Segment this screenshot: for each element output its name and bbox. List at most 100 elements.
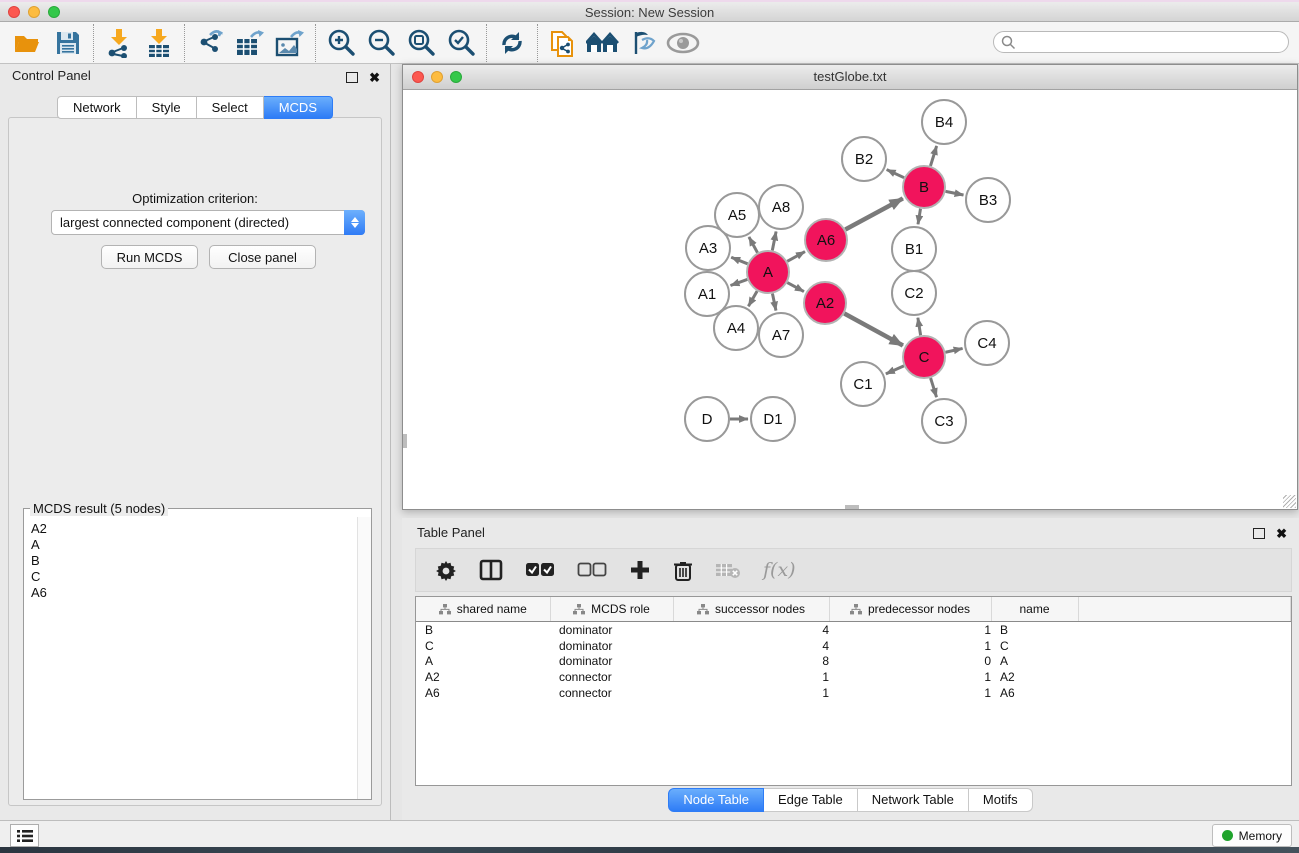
float-panel-icon[interactable] <box>346 72 358 83</box>
graph-node-A1[interactable]: A1 <box>685 272 729 316</box>
select-all-icon[interactable] <box>525 562 555 578</box>
column-settings-gear-icon[interactable] <box>435 559 457 581</box>
table-row[interactable]: Cdominator41C <box>416 638 1291 654</box>
tab-edge-table[interactable]: Edge Table <box>764 788 858 812</box>
graph-node-A2[interactable]: A2 <box>804 282 846 324</box>
network-graph[interactable]: AA1A2A3A4A5A6A7A8BB1B2B3B4CC1C2C3C4DD1 <box>403 90 1297 509</box>
graph-edge-A6-B[interactable] <box>845 198 903 229</box>
criterion-select[interactable]: largest connected component (directed) <box>51 210 365 235</box>
result-item[interactable]: A <box>31 537 357 553</box>
close-panel-icon[interactable]: ✖ <box>369 70 380 86</box>
zoom-out-icon[interactable] <box>361 24 401 62</box>
table-row[interactable]: A6connector11A6 <box>416 685 1291 701</box>
graph-edge-A2-C[interactable] <box>844 314 903 346</box>
graph-edge-A-A8[interactable] <box>772 232 776 251</box>
graph-edge-B-B3[interactable] <box>946 191 964 195</box>
run-mcds-button[interactable]: Run MCDS <box>101 245 198 269</box>
function-builder-icon[interactable]: f(x) <box>763 559 796 581</box>
graph-node-C1[interactable]: C1 <box>841 362 885 406</box>
delete-table-icon[interactable] <box>715 561 741 579</box>
import-network-icon[interactable] <box>99 24 139 62</box>
graph-node-B3[interactable]: B3 <box>966 178 1010 222</box>
result-scrollbar[interactable] <box>357 517 371 799</box>
tab-network-table[interactable]: Network Table <box>858 788 969 812</box>
tab-style[interactable]: Style <box>137 96 197 119</box>
float-table-panel-icon[interactable] <box>1253 528 1265 539</box>
column-header-successor-nodes[interactable]: successor nodes <box>673 597 829 622</box>
graph-node-B4[interactable]: B4 <box>922 100 966 144</box>
network-canvas[interactable]: AA1A2A3A4A5A6A7A8BB1B2B3B4CC1C2C3C4DD1 <box>403 90 1297 509</box>
show-column-icon[interactable] <box>479 559 503 581</box>
graph-node-B1[interactable]: B1 <box>892 227 936 271</box>
graph-node-A8[interactable]: A8 <box>759 185 803 229</box>
column-header-shared-name[interactable]: shared name <box>416 597 550 622</box>
graph-node-A6[interactable]: A6 <box>805 219 847 261</box>
close-table-panel-icon[interactable]: ✖ <box>1276 526 1287 542</box>
export-network-icon[interactable] <box>190 24 230 62</box>
column-header-predecessor-nodes[interactable]: predecessor nodes <box>829 597 991 622</box>
search-field[interactable] <box>1016 32 1288 52</box>
network-hscroll-thumb[interactable] <box>845 505 859 509</box>
search-input[interactable] <box>993 31 1289 53</box>
hide-panels-icon[interactable] <box>623 24 663 62</box>
graph-node-C2[interactable]: C2 <box>892 271 936 315</box>
graph-edge-C-C1[interactable] <box>886 366 904 374</box>
zoom-fit-icon[interactable] <box>401 24 441 62</box>
graph-node-A7[interactable]: A7 <box>759 313 803 357</box>
graph-edge-B-B2[interactable] <box>887 170 904 178</box>
graph-node-D[interactable]: D <box>685 397 729 441</box>
tab-select[interactable]: Select <box>197 96 264 119</box>
open-session-icon[interactable] <box>8 24 48 62</box>
graph-node-C3[interactable]: C3 <box>922 399 966 443</box>
network-window-titlebar[interactable]: testGlobe.txt <box>403 65 1297 90</box>
column-header-name[interactable]: name <box>991 597 1078 622</box>
show-graphics-details-icon[interactable] <box>663 24 703 62</box>
graph-node-A4[interactable]: A4 <box>714 306 758 350</box>
table-row[interactable]: A2connector11A2 <box>416 669 1291 685</box>
graph-edge-A-A2[interactable] <box>787 283 804 292</box>
delete-row-icon[interactable] <box>673 559 693 582</box>
graph-edge-A-A5[interactable] <box>749 237 758 253</box>
graph-edge-A-A6[interactable] <box>787 252 805 262</box>
graph-node-C[interactable]: C <box>903 336 945 378</box>
clone-network-icon[interactable] <box>543 24 583 62</box>
graph-edge-C-C4[interactable] <box>945 348 962 352</box>
graph-edge-A-A4[interactable] <box>748 291 757 306</box>
memory-button[interactable]: Memory <box>1212 824 1292 847</box>
graph-node-D1[interactable]: D1 <box>751 397 795 441</box>
graph-edge-C-C2[interactable] <box>918 318 921 336</box>
graph-edge-B-B4[interactable] <box>930 146 936 166</box>
resize-grip-icon[interactable] <box>1283 495 1296 508</box>
graph-edge-B-B1[interactable] <box>918 209 921 225</box>
tab-network[interactable]: Network <box>57 96 137 119</box>
export-table-icon[interactable] <box>230 24 270 62</box>
graph-edge-A-A7[interactable] <box>772 294 776 311</box>
result-item[interactable]: A6 <box>31 585 357 601</box>
graph-edge-C-C3[interactable] <box>931 378 937 397</box>
refresh-view-icon[interactable] <box>492 24 532 62</box>
graph-node-A5[interactable]: A5 <box>715 193 759 237</box>
deselect-all-icon[interactable] <box>577 562 607 578</box>
result-item[interactable]: C <box>31 569 357 585</box>
show-all-panels-icon[interactable] <box>583 24 623 62</box>
table-row[interactable]: Bdominator41B <box>416 622 1291 638</box>
tab-mcds[interactable]: MCDS <box>264 96 333 119</box>
graph-node-B2[interactable]: B2 <box>842 137 886 181</box>
result-item[interactable]: A2 <box>31 521 357 537</box>
network-vscroll-thumb[interactable] <box>403 434 407 448</box>
tab-motifs[interactable]: Motifs <box>969 788 1033 812</box>
close-panel-button[interactable]: Close panel <box>209 245 316 269</box>
graph-node-C4[interactable]: C4 <box>965 321 1009 365</box>
zoom-selected-icon[interactable] <box>441 24 481 62</box>
graph-edge-A-A3[interactable] <box>731 257 747 264</box>
column-header-mcds-role[interactable]: MCDS role <box>550 597 673 622</box>
zoom-in-icon[interactable] <box>321 24 361 62</box>
result-item[interactable]: B <box>31 553 357 569</box>
graph-edge-A-A1[interactable] <box>731 279 748 285</box>
export-image-icon[interactable] <box>270 24 310 62</box>
graph-node-B[interactable]: B <box>903 166 945 208</box>
import-table-icon[interactable] <box>139 24 179 62</box>
graph-node-A[interactable]: A <box>747 251 789 293</box>
task-history-button[interactable] <box>10 824 39 847</box>
add-row-icon[interactable] <box>629 559 651 581</box>
